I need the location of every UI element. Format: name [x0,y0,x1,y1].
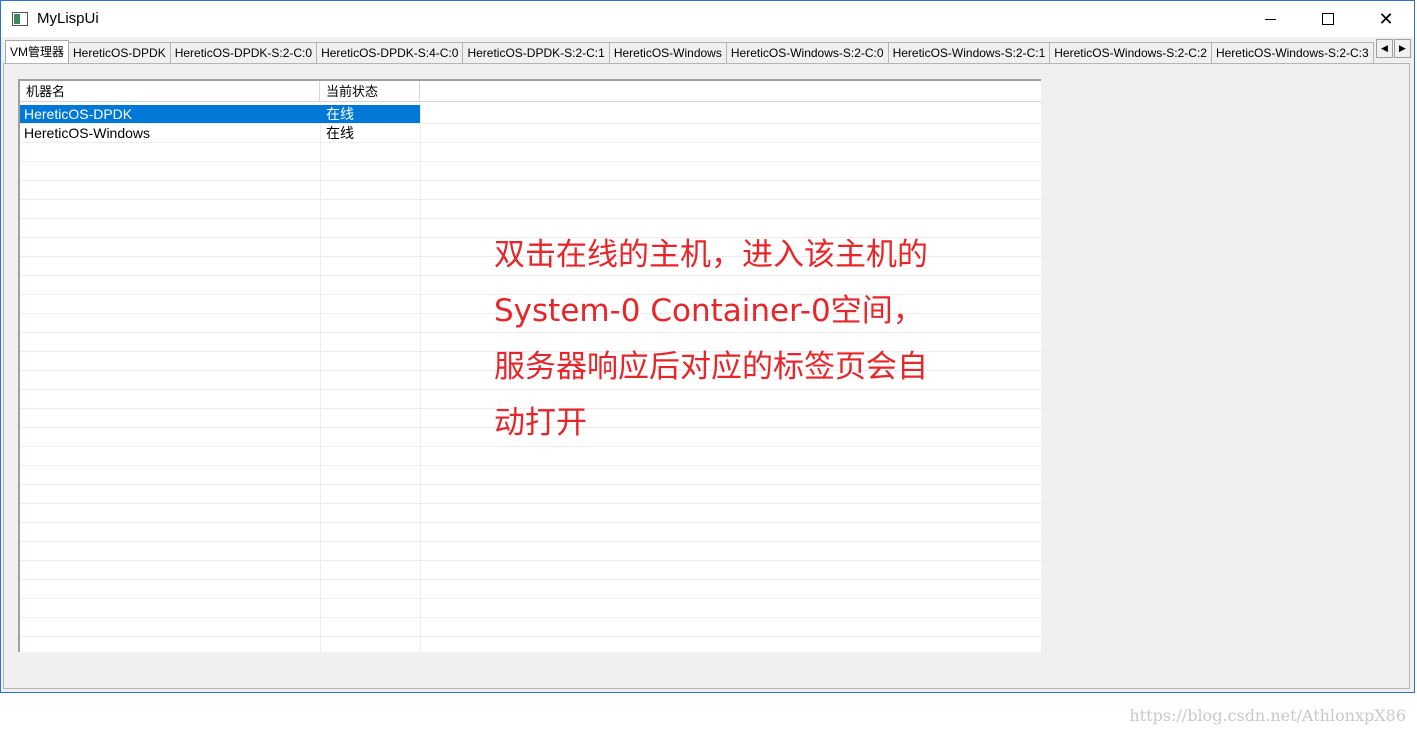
annotation-text: 双击在线的主机，进入该主机的 System-0 Container-0空间， 服… [494,227,994,451]
column-divider [320,103,321,652]
status-cell: 在线 [320,105,420,124]
column-header-status[interactable]: 当前状态 [320,81,420,101]
tab-strip: VM管理器 HereticOS-DPDK HereticOS-DPDK-S:2-… [1,39,1414,63]
row-gridline [20,579,1041,580]
annotation-line: 双击在线的主机，进入该主机的 [494,237,928,273]
row-gridline [20,142,1041,143]
minimize-button[interactable] [1241,1,1299,37]
list-header: 机器名 当前状态 [20,81,1041,102]
status-cell: 在线 [326,125,354,141]
close-button[interactable]: ✕ [1357,1,1415,37]
tab-hereticos-dpdk-s2-c0[interactable]: HereticOS-DPDK-S:2-C:0 [169,42,318,63]
tab-hereticos-dpdk-s2-c1[interactable]: HereticOS-DPDK-S:2-C:1 [462,42,610,63]
app-window: MyLispUi ✕ VM管理器 HereticOS-DPDK HereticO… [0,0,1415,693]
tab-hereticos-windows-s2-c2[interactable]: HereticOS-Windows-S:2-C:2 [1049,42,1212,63]
row-gridline [20,161,1041,162]
maximize-icon [1322,13,1334,25]
column-divider [420,103,421,652]
app-icon [12,12,28,26]
tab-hereticos-dpdk-s4-c0[interactable]: HereticOS-DPDK-S:4-C:0 [316,42,464,63]
row-gridline [20,465,1041,466]
machine-name-cell: HereticOS-DPDK [20,105,320,124]
table-row[interactable]: HereticOS-DPDK 在线 [20,105,420,124]
annotation-line: 服务器响应后对应的标签页会自 [494,349,928,385]
annotation-line: 动打开 [494,405,587,441]
tab-scroll-left-button[interactable]: ◀ [1376,39,1393,58]
minimize-icon [1264,18,1276,20]
arrow-right-icon: ▶ [1399,43,1406,53]
row-gridline [20,636,1041,637]
row-gridline [20,199,1041,200]
watermark: https://blog.csdn.net/AthlonxpX86 [1129,706,1406,725]
row-gridline [20,598,1041,599]
machine-name-cell: HereticOS-Windows [24,125,151,141]
tab-scroll-right-button[interactable]: ▶ [1394,39,1411,58]
title-bar[interactable]: MyLispUi ✕ [1,1,1414,37]
row-gridline [20,503,1041,504]
tab-list: VM管理器 HereticOS-DPDK HereticOS-DPDK-S:2-… [5,40,1374,63]
row-gridline [20,484,1041,485]
tab-hereticos-windows[interactable]: HereticOS-Windows [608,42,727,63]
tab-hereticos-windows-s2-c0[interactable]: HereticOS-Windows-S:2-C:0 [725,42,889,63]
tab-vm-manager[interactable]: VM管理器 [5,40,70,63]
row-gridline [20,218,1041,219]
row-gridline [20,541,1041,542]
close-icon: ✕ [1378,8,1394,30]
table-row[interactable]: HereticOS-Windows 在线 [20,124,420,143]
row-gridline [20,560,1041,561]
maximize-button[interactable] [1299,1,1357,37]
row-gridline [20,123,1041,124]
row-gridline [20,180,1041,181]
arrow-left-icon: ◀ [1381,43,1388,53]
column-header-machine-name[interactable]: 机器名 [20,81,320,101]
window-title: MyLispUi [37,10,99,27]
row-gridline [20,617,1041,618]
row-gridline [20,522,1041,523]
tab-hereticos-windows-s2-c1[interactable]: HereticOS-Windows-S:2-C:1 [887,42,1051,63]
tab-hereticos-dpdk[interactable]: HereticOS-DPDK [68,42,171,63]
annotation-line: System-0 Container-0空间， [494,293,924,329]
tab-hereticos-windows-s2-c3[interactable]: HereticOS-Windows-S:2-C:3 [1210,42,1374,63]
